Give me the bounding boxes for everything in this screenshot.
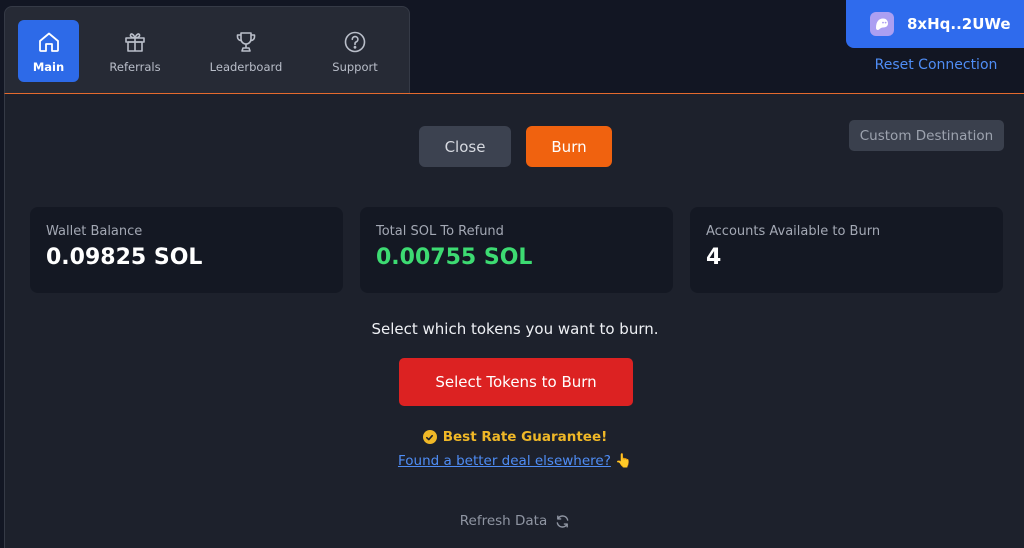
card-title: Wallet Balance — [46, 224, 143, 239]
custom-destination-button[interactable]: Custom Destination — [849, 120, 1004, 151]
nav-item-leaderboard[interactable]: Leaderboard — [200, 20, 292, 82]
rate-guarantee: Best Rate Guarantee! — [5, 429, 1024, 445]
total-refund-card: Total SOL To Refund 0.00755 SOL — [360, 207, 673, 293]
check-circle-icon — [422, 430, 437, 444]
gift-icon — [122, 29, 148, 55]
nav-bar: Main Referrals Leaderboard Support — [4, 6, 410, 94]
nav-item-main[interactable]: Main — [18, 20, 79, 82]
pointing-hand-icon: 👆 — [615, 453, 632, 469]
card-title: Accounts Available to Burn — [706, 224, 881, 239]
question-circle-icon — [342, 29, 368, 55]
refresh-data-button[interactable]: Refresh Data — [5, 513, 1024, 529]
trophy-icon — [233, 29, 259, 55]
better-deal-link[interactable]: Found a better deal elsewhere? 👆 — [5, 453, 1024, 469]
rate-guarantee-text: Best Rate Guarantee! — [442, 429, 608, 445]
accounts-card: Accounts Available to Burn 4 — [690, 207, 1003, 293]
wallet-button[interactable]: 8xHq..2UWe — [846, 0, 1024, 48]
nav-item-support[interactable]: Support — [319, 20, 391, 82]
accounts-value: 4 — [706, 245, 722, 270]
refresh-label: Refresh Data — [459, 513, 548, 529]
reset-connection-link[interactable]: Reset Connection — [846, 57, 1024, 73]
refresh-icon — [555, 514, 570, 529]
nav-item-label: Support — [332, 59, 378, 74]
nav-item-referrals[interactable]: Referrals — [95, 20, 175, 82]
nav-item-label: Main — [32, 59, 65, 74]
wallet-address: 8xHq..2UWe — [907, 15, 1011, 33]
instruction-text: Select which tokens you want to burn. — [371, 320, 659, 338]
wallet-balance-value: 0.09825 SOL — [46, 245, 203, 270]
ghost-icon — [870, 12, 894, 36]
main-panel: Close Burn Custom Destination Wallet Bal… — [4, 93, 1024, 548]
wallet-balance-card: Wallet Balance 0.09825 SOL — [30, 207, 343, 293]
burn-button[interactable]: Burn — [526, 126, 612, 167]
better-deal-text: Found a better deal elsewhere? — [397, 453, 611, 469]
nav-item-label: Referrals — [109, 59, 161, 74]
close-button[interactable]: Close — [419, 126, 511, 167]
card-title: Total SOL To Refund — [376, 224, 504, 239]
select-tokens-button[interactable]: Select Tokens to Burn — [399, 358, 633, 406]
total-refund-value: 0.00755 SOL — [376, 245, 533, 270]
nav-item-label: Leaderboard — [209, 59, 283, 74]
home-icon — [36, 29, 62, 55]
